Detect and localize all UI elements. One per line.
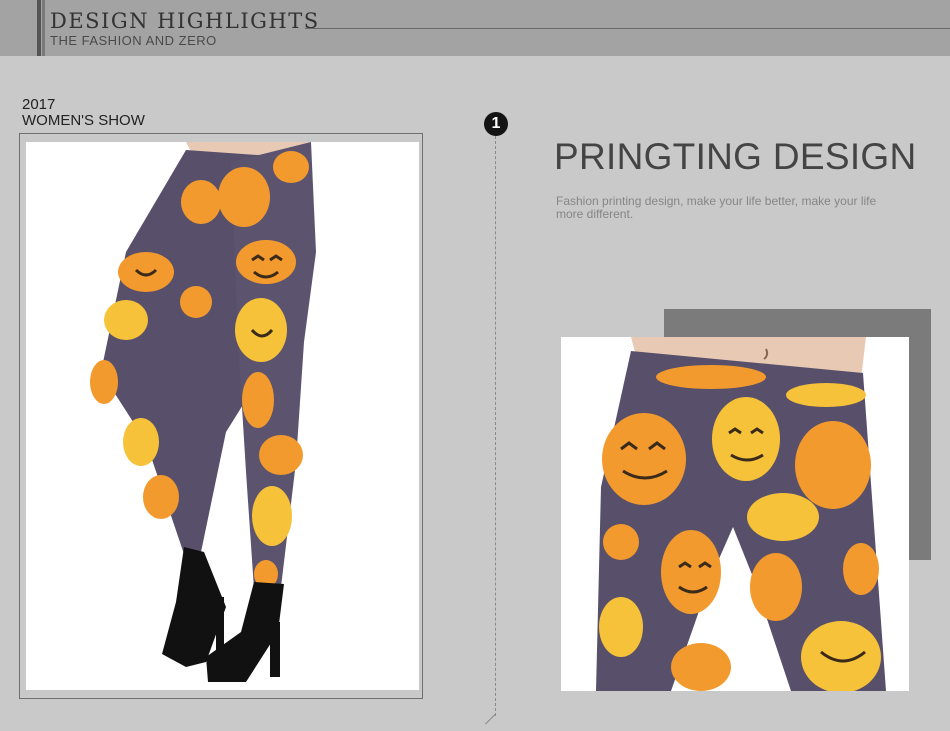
section-subtitle: THE FASHION AND ZERO [50, 33, 217, 48]
section-title: DESIGN HIGHLIGHTS [50, 9, 320, 33]
header-accent-bar [37, 0, 41, 56]
show-label: WOMEN'S SHOW [22, 112, 145, 129]
feature-title: PRINGTING DESIGN [554, 136, 917, 177]
show-year: 2017 [22, 96, 56, 113]
timeline-line-end [485, 713, 497, 725]
leggings-closeup-photo [561, 337, 909, 691]
timeline-dashed-line [495, 136, 496, 716]
feature-description: Fashion printing design, make your life … [556, 194, 877, 221]
header-rule [305, 28, 950, 29]
leggings-full-view-photo [26, 142, 419, 690]
leggings-closeup-illustration [596, 337, 886, 691]
step-number-badge: 1 [484, 112, 508, 136]
header-accent-bar-secondary [42, 0, 45, 56]
leggings-illustration [90, 142, 316, 682]
